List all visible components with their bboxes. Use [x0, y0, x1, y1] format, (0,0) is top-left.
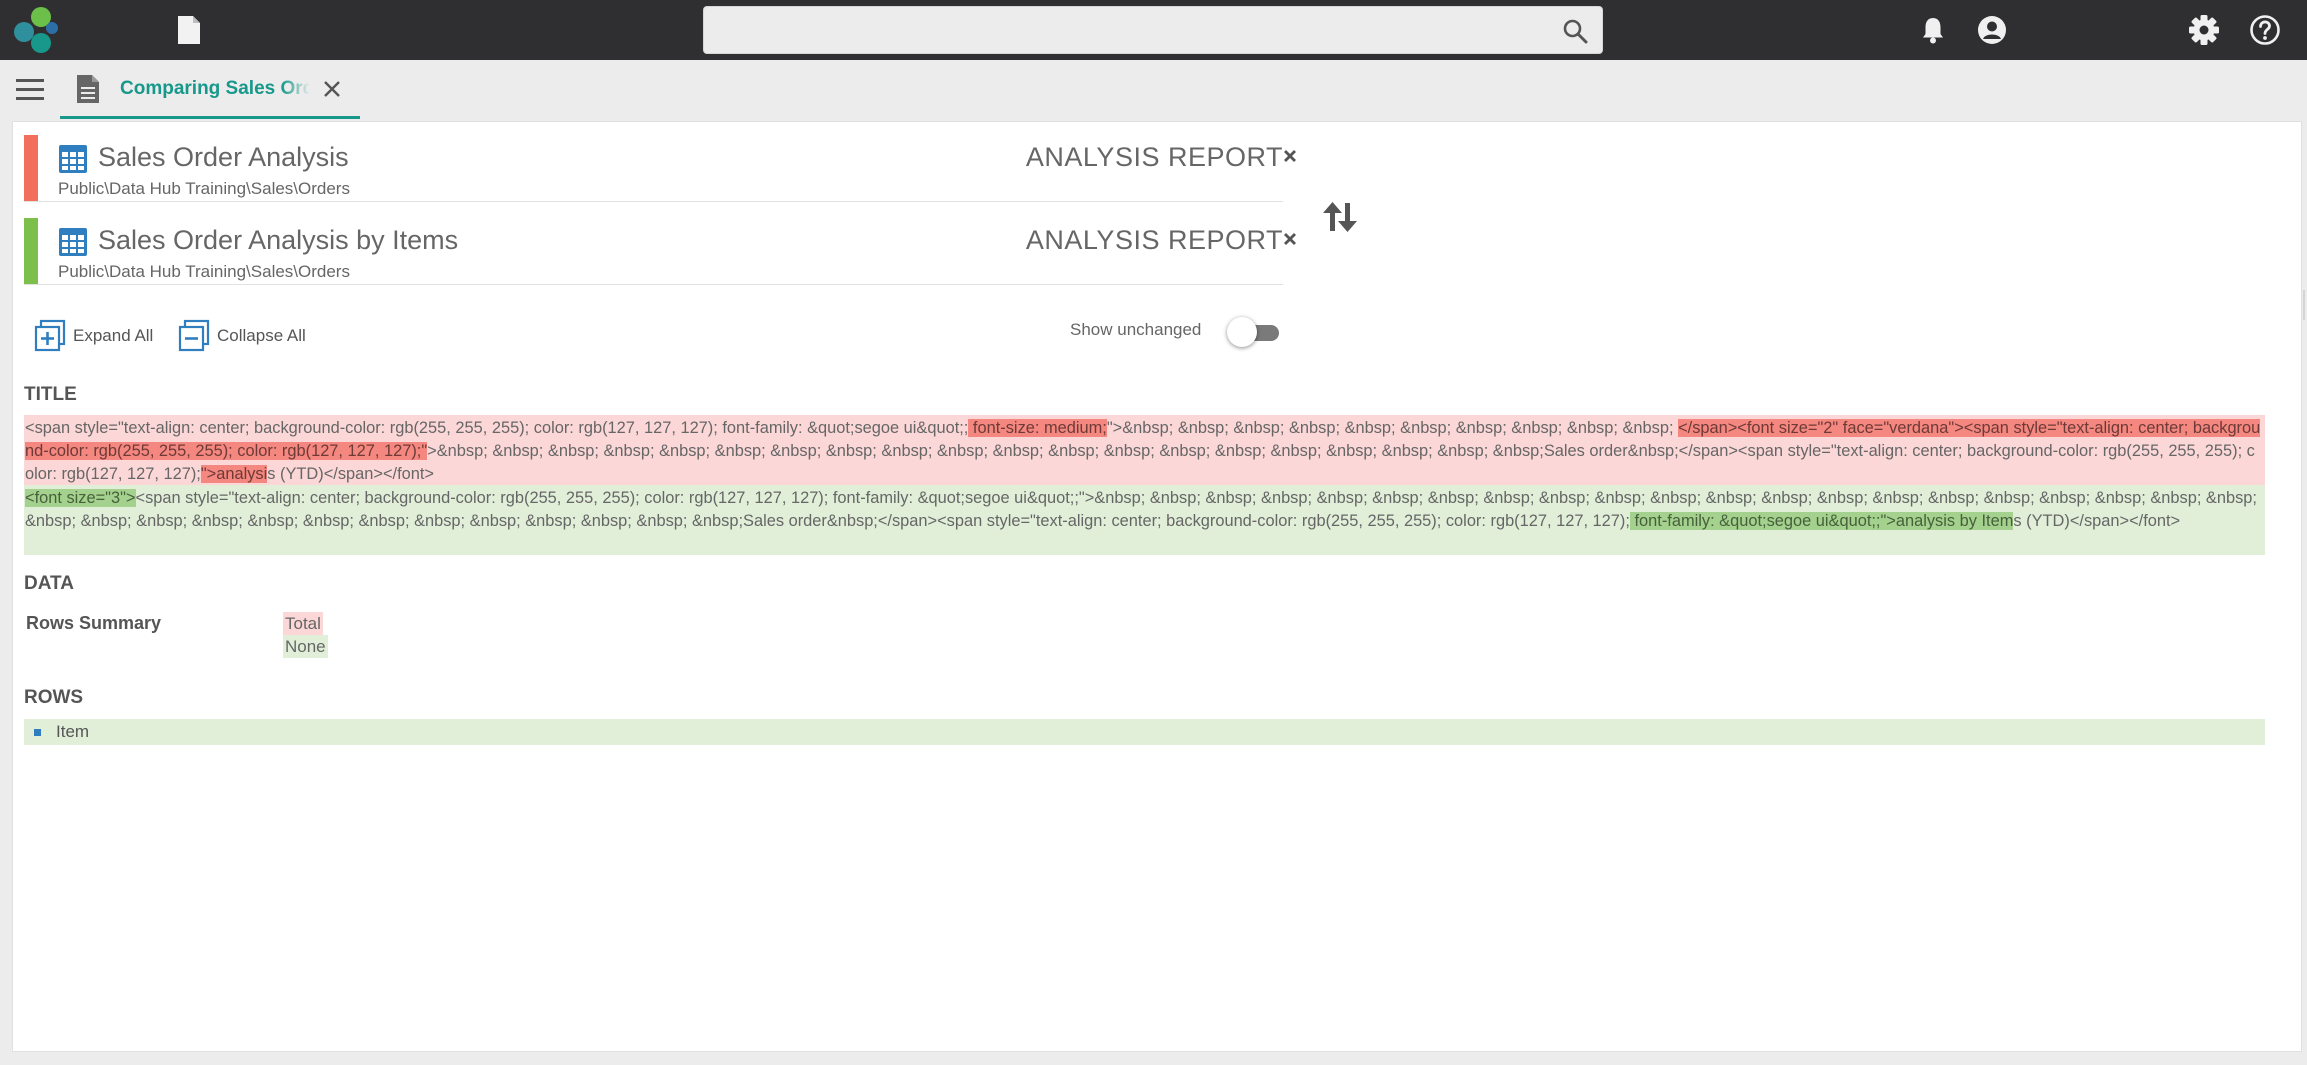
diff-highlight-segment: font-family: &quot;segoe ui&quot;;">anal…: [1629, 512, 2014, 530]
settings-gear-icon[interactable]: [2188, 14, 2220, 46]
expand-all-button[interactable]: Expand All: [33, 318, 153, 354]
report-color-bar-added: [24, 218, 38, 284]
search-input[interactable]: [703, 6, 1603, 54]
expand-all-icon: [34, 319, 66, 352]
document-icon[interactable]: [176, 15, 202, 45]
rows-summary-new-value: None: [283, 635, 328, 658]
toggle-knob: [1227, 317, 1257, 347]
collapse-all-icon: [178, 319, 210, 352]
table-grid-icon: [59, 145, 87, 173]
row-item-label: Item: [56, 722, 90, 741]
table-grid-icon: [59, 228, 87, 256]
report-color-bar-removed: [24, 135, 38, 201]
expand-all-label: Expand All: [73, 326, 154, 345]
section-data-heading: DATA: [24, 573, 74, 594]
app-logo-icon[interactable]: [10, 5, 62, 55]
report-title[interactable]: Sales Order Analysis: [98, 142, 349, 173]
section-rows-heading: ROWS: [24, 687, 84, 708]
compared-report-1: Sales Order Analysis Public\Data Hub Tra…: [24, 122, 1283, 202]
comparison-panel: Sales Order Analysis Public\Data Hub Tra…: [12, 121, 2302, 1052]
diff-text-segment: ">&nbsp; &nbsp; &nbsp; &nbsp; &nbsp; &nb…: [1106, 419, 1679, 437]
diff-highlight-segment: ">analysi: [200, 465, 268, 483]
collapse-all-button[interactable]: Collapse All: [177, 318, 306, 354]
user-account-icon[interactable]: [1976, 14, 2008, 46]
diff-text-segment: s (YTD)</span></font>: [2013, 512, 2181, 530]
report-path: Public\Data Hub Training\Sales\Orders: [58, 179, 350, 198]
report-title[interactable]: Sales Order Analysis by Items: [98, 225, 458, 256]
rows-summary-old-value: Total: [283, 612, 323, 635]
notifications-bell-icon[interactable]: [1917, 14, 1949, 46]
document-icon: [77, 75, 99, 103]
rows-summary-label: Rows Summary: [26, 613, 162, 633]
scrollbar-edge[interactable]: [2301, 160, 2307, 1060]
top-bar: [0, 0, 2307, 60]
title-diff-removed: <span style="text-align: center; backgro…: [24, 415, 2265, 485]
report-path: Public\Data Hub Training\Sales\Orders: [58, 262, 350, 281]
diff-text-segment: s (YTD)</span></font>: [267, 465, 435, 483]
title-diff-added: <font size="3"><span style="text-align: …: [24, 485, 2265, 555]
compared-report-2: Sales Order Analysis by Items Public\Dat…: [24, 205, 1283, 285]
section-title-heading: TITLE: [24, 384, 77, 405]
show-unchanged-label: Show unchanged: [1070, 320, 1202, 339]
list-bullet-icon: [34, 729, 41, 736]
report-type: ANALYSIS REPORT: [1025, 225, 1283, 255]
close-tab-icon[interactable]: [320, 77, 344, 101]
remove-report-2-icon[interactable]: [1279, 228, 1301, 250]
show-unchanged-toggle[interactable]: [1227, 317, 1281, 347]
swap-reports-icon[interactable]: [1321, 198, 1359, 236]
diff-highlight-segment: <font size="3">: [25, 489, 136, 507]
report-type: ANALYSIS REPORT: [1025, 142, 1283, 172]
diff-highlight-segment: font-size: medium;: [968, 419, 1107, 437]
tab-bar: Comparing Sales Order Analysis: [0, 60, 2307, 119]
tab-comparing[interactable]: Comparing Sales Order Analysis: [60, 60, 360, 119]
tab-label: Comparing Sales Order Analysis: [120, 78, 310, 99]
menu-hamburger-icon[interactable]: [16, 79, 44, 101]
rows-item-added: Item: [24, 719, 2265, 745]
search-icon[interactable]: [1562, 18, 1588, 44]
remove-report-1-icon[interactable]: [1279, 145, 1301, 167]
diff-text-segment: <span style="text-align: center; backgro…: [25, 419, 969, 437]
collapse-all-label: Collapse All: [217, 326, 306, 345]
help-icon[interactable]: [2249, 14, 2281, 46]
